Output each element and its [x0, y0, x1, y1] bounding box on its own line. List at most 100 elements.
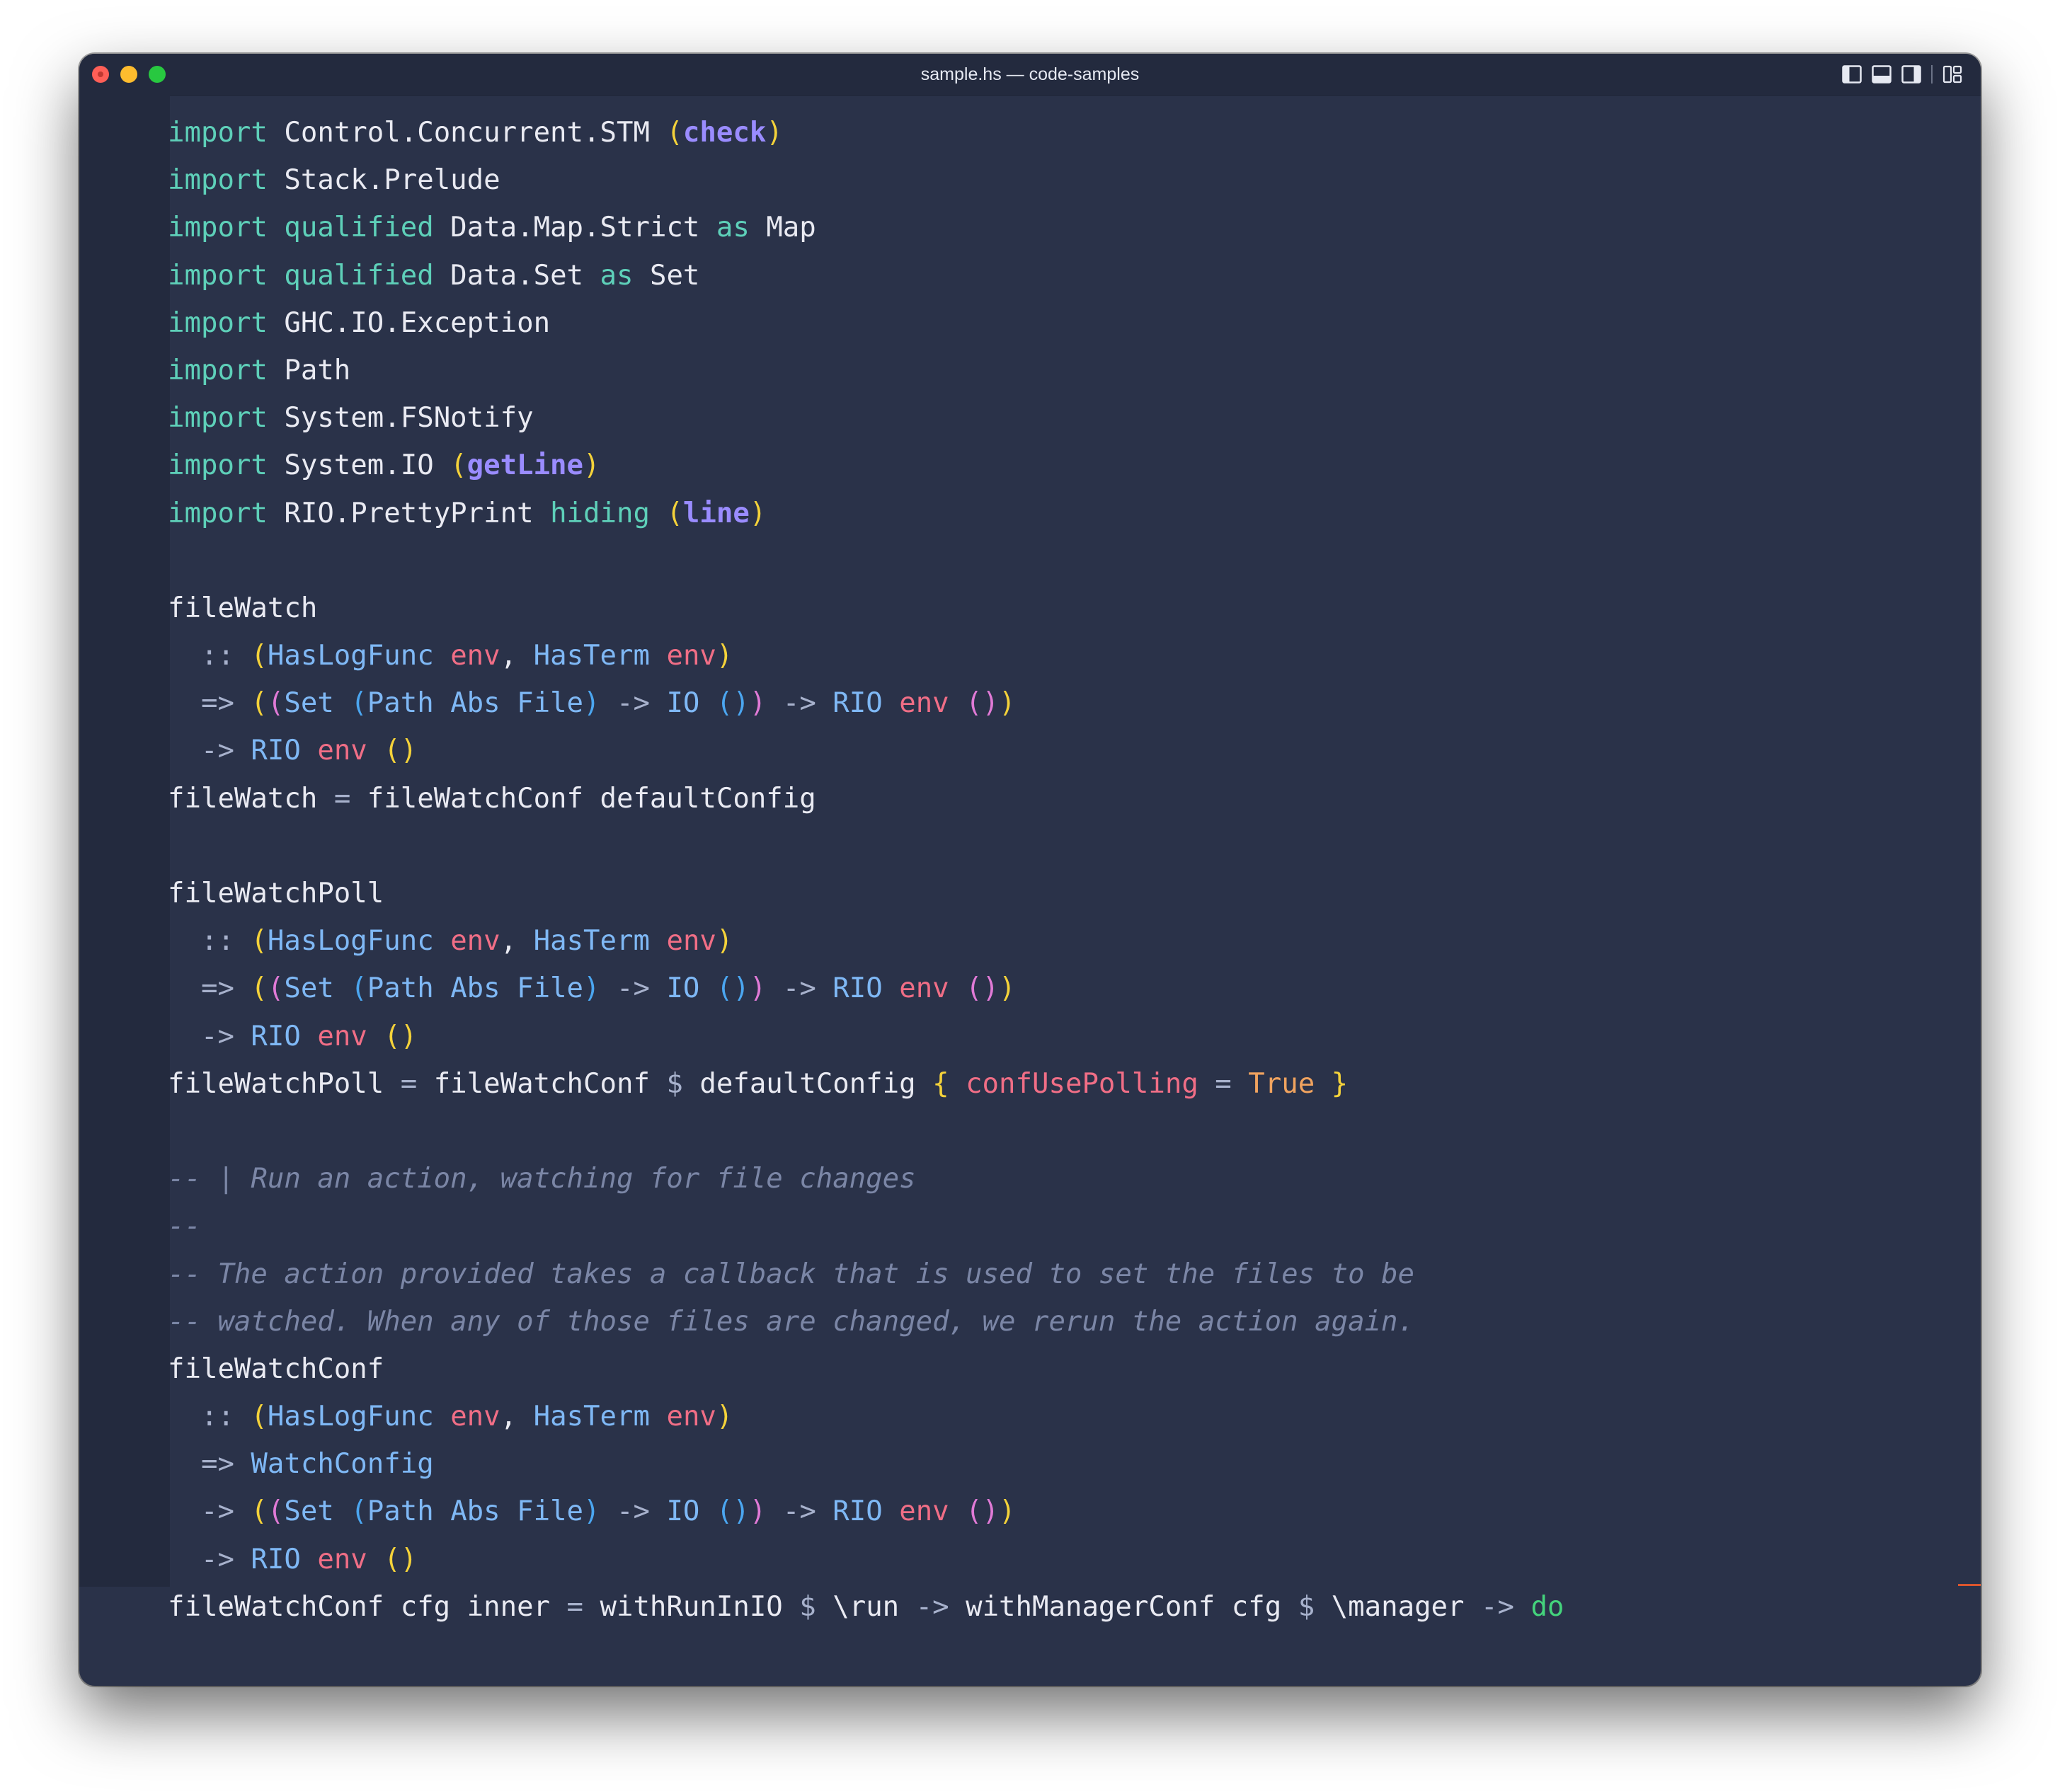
code-token: (): [384, 1543, 418, 1575]
code-line[interactable]: fileWatchConf: [168, 1345, 1564, 1393]
code-token: --: [168, 1210, 201, 1243]
code-line[interactable]: import Control.Concurrent.STM (check): [168, 109, 1564, 156]
code-token: ): [716, 640, 733, 672]
code-token: Data.Map.Strict: [433, 212, 716, 244]
code-token: ->: [168, 1543, 251, 1575]
code-line[interactable]: [168, 1108, 1564, 1155]
code-token: (): [716, 1495, 750, 1528]
code-token: ): [749, 497, 767, 529]
code-editor[interactable]: import Control.Concurrent.STM (check) imp…: [168, 109, 1564, 1631]
code-token: =>: [168, 1448, 251, 1481]
code-line[interactable]: -> RIO env (): [168, 1013, 1564, 1060]
code-token: env: [450, 640, 500, 672]
code-line[interactable]: import System.IO (getLine): [168, 442, 1564, 489]
code-line[interactable]: => WatchConfig: [168, 1440, 1564, 1488]
code-token: RIO: [251, 1543, 301, 1575]
code-line[interactable]: -- The action provided takes a callback …: [168, 1251, 1564, 1298]
code-token: -- watched. When any of those files are …: [168, 1305, 1414, 1338]
code-token: ): [749, 687, 767, 720]
code-token: GHC.IO.Exception: [267, 306, 551, 339]
toggle-secondary-sidebar-icon[interactable]: [1901, 65, 1921, 84]
code-token: ): [716, 925, 733, 958]
code-line[interactable]: -> RIO env (): [168, 1536, 1564, 1583]
code-token: Stack.Prelude: [267, 164, 500, 197]
title-bar[interactable]: sample.hs — code-samples: [79, 54, 1981, 96]
code-token: fileWatchPoll: [168, 1067, 401, 1100]
code-line[interactable]: -> RIO env (): [168, 727, 1564, 774]
code-token: IO: [666, 972, 700, 1005]
code-token: (): [966, 687, 1000, 720]
code-token: =: [400, 1067, 418, 1100]
code-token: ): [583, 449, 600, 482]
line-number-gutter: [79, 95, 170, 1587]
code-token: (: [267, 687, 285, 720]
code-line[interactable]: => ((Set (Path Abs File) -> IO ()) -> RI…: [168, 679, 1564, 727]
code-token: fileWatchConf: [417, 1067, 667, 1100]
code-line[interactable]: import RIO.PrettyPrint hiding (line): [168, 490, 1564, 537]
code-token: ): [999, 972, 1016, 1005]
code-line[interactable]: --: [168, 1202, 1564, 1250]
code-line[interactable]: => ((Set (Path Abs File) -> IO ()) -> RI…: [168, 965, 1564, 1012]
code-token: ,: [500, 640, 534, 672]
code-token: defaultConfig: [682, 1067, 933, 1100]
code-token: RIO: [251, 735, 301, 767]
code-line[interactable]: -> ((Set (Path Abs File) -> IO ()) -> RI…: [168, 1488, 1564, 1535]
code-token: import: [168, 259, 268, 292]
code-token: \manager: [1315, 1590, 1481, 1623]
code-token: (: [251, 925, 268, 958]
code-token: fileWatchConf defaultConfig: [350, 782, 816, 815]
code-line[interactable]: [168, 537, 1564, 585]
code-line[interactable]: :: (HasLogFunc env, HasTerm env): [168, 917, 1564, 965]
code-line[interactable]: [168, 822, 1564, 870]
code-token: ): [766, 117, 783, 149]
code-line[interactable]: :: (HasLogFunc env, HasTerm env): [168, 632, 1564, 679]
code-token: env: [666, 640, 716, 672]
code-line[interactable]: import Path: [168, 347, 1564, 394]
toggle-primary-sidebar-icon[interactable]: [1842, 65, 1862, 84]
code-token: (): [966, 972, 1000, 1005]
code-line[interactable]: import Stack.Prelude: [168, 156, 1564, 204]
code-line[interactable]: :: (HasLogFunc env, HasTerm env): [168, 1393, 1564, 1440]
code-token: ): [583, 972, 600, 1005]
code-line[interactable]: import qualified Data.Set as Set: [168, 252, 1564, 299]
code-line[interactable]: import System.FSNotify: [168, 394, 1564, 442]
code-line[interactable]: fileWatch = fileWatchConf defaultConfig: [168, 775, 1564, 822]
code-token: (: [267, 1495, 285, 1528]
code-token: ->: [168, 1020, 251, 1052]
toggle-panel-icon[interactable]: [1872, 65, 1892, 84]
customize-layout-icon[interactable]: [1942, 65, 1962, 84]
code-token: System.FSNotify: [267, 402, 534, 435]
code-token: \run: [816, 1590, 916, 1623]
code-token: RIO.PrettyPrint: [267, 497, 551, 529]
code-token: =: [566, 1590, 584, 1623]
code-token: IO: [666, 1495, 700, 1528]
code-line[interactable]: import GHC.IO.Exception: [168, 299, 1564, 347]
code-line[interactable]: fileWatchPoll: [168, 870, 1564, 917]
code-token: Path Abs File: [367, 972, 584, 1005]
code-line[interactable]: -- watched. When any of those files are …: [168, 1298, 1564, 1345]
code-token: ): [583, 687, 600, 720]
code-token: Map: [749, 212, 816, 244]
code-line[interactable]: fileWatchConf cfg inner = withRunInIO $ …: [168, 1583, 1564, 1631]
code-token: HasLogFunc: [267, 640, 434, 672]
code-token: RIO: [832, 1495, 883, 1528]
code-line[interactable]: fileWatchPoll = fileWatchConf $ defaultC…: [168, 1060, 1564, 1108]
code-token: import: [168, 354, 268, 386]
code-token: {: [932, 1067, 949, 1100]
code-token: import: [168, 164, 268, 197]
code-line[interactable]: -- | Run an action, watching for file ch…: [168, 1155, 1564, 1202]
code-line[interactable]: fileWatch: [168, 585, 1564, 632]
code-line[interactable]: import qualified Data.Map.Strict as Map: [168, 204, 1564, 251]
code-token: RIO: [251, 1020, 301, 1052]
code-token: ->: [766, 687, 833, 720]
